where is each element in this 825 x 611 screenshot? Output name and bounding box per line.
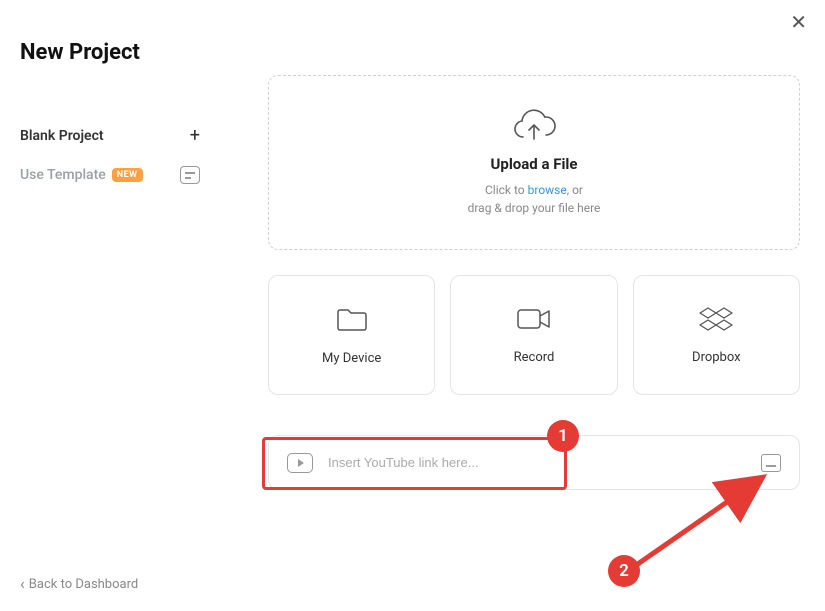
sidebar-item-label: Blank Project (20, 128, 104, 144)
sidebar: New Project Blank Project + Use Template… (0, 0, 220, 611)
upload-dropzone[interactable]: Upload a File Click to browse, or drag &… (268, 75, 800, 250)
page-title: New Project (20, 40, 200, 65)
card-my-device[interactable]: My Device (268, 275, 435, 395)
cloud-upload-icon (512, 109, 556, 143)
upload-subtext: Click to browse, or drag & drop your fil… (468, 181, 601, 217)
camera-icon (516, 306, 552, 332)
youtube-link-input[interactable] (328, 455, 746, 470)
youtube-icon (287, 453, 313, 473)
sidebar-item-use-template[interactable]: Use Template NEW (20, 156, 200, 194)
upload-title: Upload a File (491, 155, 578, 173)
source-cards: My Device Record Dropbox (268, 275, 800, 395)
sidebar-item-label: Use Template (20, 167, 106, 183)
new-badge: NEW (112, 168, 143, 182)
card-dropbox[interactable]: Dropbox (633, 275, 800, 395)
sidebar-item-blank-project[interactable]: Blank Project + (20, 115, 200, 156)
card-record[interactable]: Record (450, 275, 617, 395)
folder-icon (335, 305, 369, 333)
browse-link[interactable]: browse (528, 183, 567, 197)
card-label: Dropbox (692, 350, 741, 365)
dropbox-icon (699, 306, 733, 332)
youtube-link-row (268, 435, 800, 490)
card-label: Record (514, 350, 555, 365)
card-label: My Device (322, 351, 381, 366)
subtitle-icon[interactable] (761, 454, 781, 472)
template-icon (180, 166, 200, 184)
back-to-dashboard-link[interactable]: Back to Dashboard (20, 574, 138, 593)
main-content: ✕ Upload a File Click to browse, or drag… (220, 0, 825, 611)
close-icon[interactable]: ✕ (790, 10, 807, 34)
plus-icon: + (190, 125, 200, 146)
